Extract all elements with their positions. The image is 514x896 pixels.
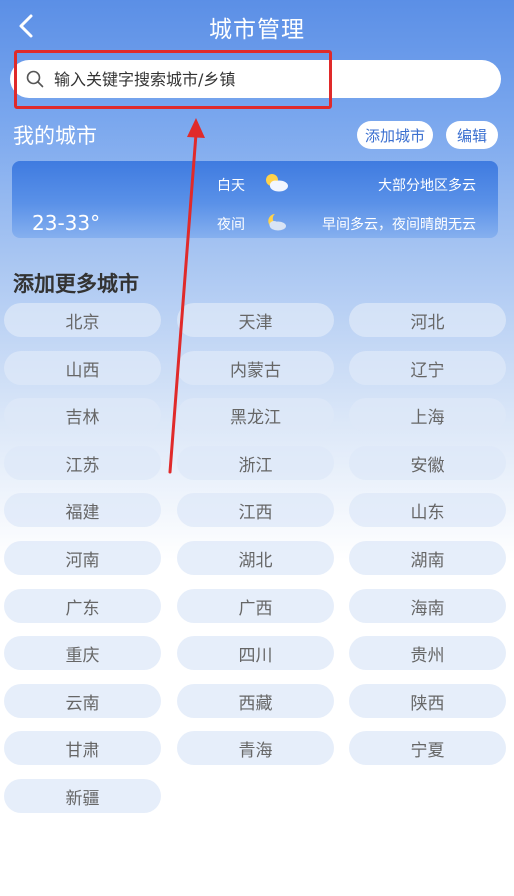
province-chip[interactable]: 新疆 (4, 779, 161, 813)
day-label: 白天 (217, 178, 245, 194)
province-chip[interactable]: 湖北 (177, 541, 334, 575)
province-chip[interactable]: 山西 (4, 351, 161, 385)
province-chip[interactable]: 吉林 (4, 398, 161, 432)
province-chip[interactable]: 海南 (349, 589, 506, 623)
province-chip[interactable]: 福建 (4, 493, 161, 527)
province-chip[interactable]: 内蒙古 (177, 351, 334, 385)
search-bar[interactable] (10, 60, 501, 98)
province-chip[interactable]: 江苏 (4, 446, 161, 480)
province-chip[interactable]: 云南 (4, 684, 161, 718)
header-bar: 城市管理 (0, 0, 514, 52)
province-chip[interactable]: 西藏 (177, 684, 334, 718)
province-chip[interactable]: 北京 (4, 303, 161, 337)
province-chip[interactable]: 广东 (4, 589, 161, 623)
cloudy-night-icon (268, 214, 286, 231)
province-chip[interactable]: 青海 (177, 731, 334, 765)
province-chip[interactable]: 江西 (177, 493, 334, 527)
add-more-cities-heading: 添加更多城市 (13, 272, 139, 296)
partly-cloudy-icon (266, 174, 288, 192)
province-chip[interactable]: 河北 (349, 303, 506, 337)
search-icon (26, 70, 44, 88)
city-weather-card[interactable]: 23-33° 白天 大部分地区多云 夜间 早间多云，夜间晴朗无云 (12, 161, 498, 238)
province-chip[interactable]: 陕西 (349, 684, 506, 718)
search-input[interactable] (54, 64, 474, 94)
province-chip[interactable]: 天津 (177, 303, 334, 337)
province-chip[interactable]: 浙江 (177, 446, 334, 480)
province-chip[interactable]: 甘肃 (4, 731, 161, 765)
province-chip[interactable]: 宁夏 (349, 731, 506, 765)
add-city-button[interactable]: 添加城市 (357, 121, 433, 149)
edit-button[interactable]: 编辑 (446, 121, 498, 149)
province-chip[interactable]: 广西 (177, 589, 334, 623)
province-chip[interactable]: 安徽 (349, 446, 506, 480)
my-cities-heading: 我的城市 (13, 124, 97, 148)
province-chip[interactable]: 贵州 (349, 636, 506, 670)
province-chip[interactable]: 上海 (349, 398, 506, 432)
province-chip[interactable]: 重庆 (4, 636, 161, 670)
day-description: 大部分地区多云 (378, 178, 476, 194)
night-description: 早间多云，夜间晴朗无云 (322, 217, 476, 233)
page-title: 城市管理 (209, 17, 305, 43)
province-chip[interactable]: 河南 (4, 541, 161, 575)
province-chip[interactable]: 湖南 (349, 541, 506, 575)
temperature-range: 23-33° (32, 211, 101, 235)
province-chip[interactable]: 黑龙江 (177, 398, 334, 432)
province-chip[interactable]: 四川 (177, 636, 334, 670)
province-chip[interactable]: 山东 (349, 493, 506, 527)
province-chip[interactable]: 辽宁 (349, 351, 506, 385)
night-label: 夜间 (217, 217, 245, 233)
